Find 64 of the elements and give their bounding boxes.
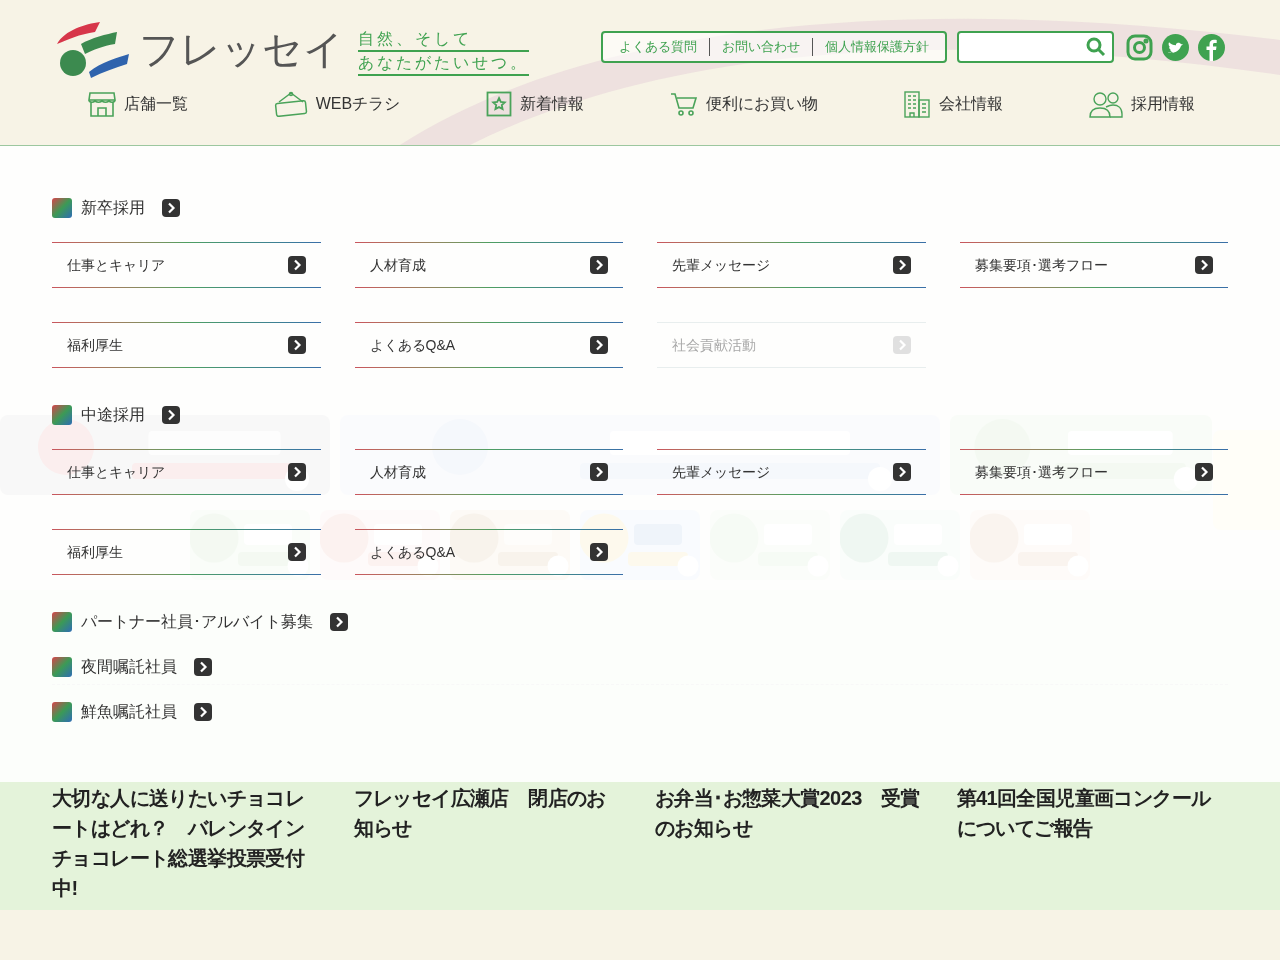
store-icon: [88, 91, 116, 117]
news-title[interactable]: フレッセイ広瀬店 閉店のお知らせ: [353, 783, 625, 903]
facebook-icon[interactable]: [1198, 33, 1225, 61]
menu-link-label: 仕事とキャリア: [67, 255, 165, 275]
menu-link-label: よくあるQ&A: [369, 542, 456, 562]
news-title[interactable]: お弁当･お惣菜大賞2023 受賞のお知らせ: [655, 783, 927, 903]
menu-link-label: 仕事とキャリア: [67, 462, 165, 482]
menu-link[interactable]: 先輩メッセージ: [657, 243, 926, 287]
cart-icon: [669, 92, 698, 116]
menu-link[interactable]: 仕事とキャリア: [52, 243, 321, 287]
nav-link[interactable]: 新着情報: [485, 91, 584, 117]
menu-link-label: 福利厚生: [67, 542, 123, 562]
menu-section-link[interactable]: 新卒採用: [81, 196, 145, 220]
logo-icon: [55, 20, 131, 78]
menu-link[interactable]: 福利厚生: [52, 323, 321, 367]
menu-link[interactable]: よくあるQ&A: [354, 530, 623, 574]
nav-link[interactable]: 店舗一覧: [88, 91, 188, 117]
gradient-square-icon: [52, 657, 72, 677]
menu-link-label: 人材育成: [369, 255, 426, 275]
menu-link[interactable]: 募集要項･選考フロー: [959, 243, 1228, 287]
menu-link-label: 社会貢献活動: [672, 335, 756, 355]
menu-link[interactable]: よくあるQ&A: [354, 323, 623, 367]
nav-label: 便利にお買い物: [705, 94, 818, 114]
gradient-square-icon: [52, 198, 72, 218]
menu-link-label: 募集要項･選考フロー: [974, 255, 1108, 275]
menu-link[interactable]: 人材育成: [354, 243, 623, 287]
search-icon[interactable]: [1086, 37, 1106, 57]
gradient-square-icon: [52, 405, 72, 425]
building-icon: [903, 90, 932, 118]
menu-link[interactable]: 先輩メッセージ: [657, 450, 926, 494]
nav-link[interactable]: WEBチラシ: [273, 91, 401, 117]
menu-section-link[interactable]: 夜間嘱託社員: [81, 655, 177, 679]
menu-section-link[interactable]: パートナー社員･アルバイト募集: [81, 610, 313, 634]
menu-link-label: よくあるQ&A: [369, 335, 456, 355]
menu-link[interactable]: 福利厚生: [52, 530, 321, 574]
tagline: 自然、そして: [358, 28, 529, 52]
news-title[interactable]: 大切な人に送りたいチョコレートはどれ？ バレンタインチョコレート総選挙投票受付中!: [52, 783, 324, 903]
nav-link[interactable]: 採用情報: [1088, 90, 1195, 118]
nav-link[interactable]: 便利にお買い物: [669, 92, 818, 116]
sale-sign-icon: [273, 91, 308, 117]
gradient-square-icon: [52, 612, 72, 632]
search-field[interactable]: [957, 31, 1114, 63]
menu-link-label: 福利厚生: [67, 335, 123, 355]
menu-link-label: 先輩メッセージ: [672, 255, 770, 275]
menu-section-link[interactable]: 鮮魚嘱託社員: [81, 700, 177, 724]
nav-label: 採用情報: [1130, 94, 1195, 114]
tagline: あなたがたいせつ。: [358, 52, 529, 76]
nav-label: 店舗一覧: [124, 94, 188, 114]
gradient-square-icon: [52, 702, 72, 722]
nav-link[interactable]: 会社情報: [903, 90, 1004, 118]
twitter-icon[interactable]: [1162, 33, 1189, 61]
logo-wordmark: フレッセイ: [139, 26, 344, 73]
menu-link-label: 先輩メッセージ: [672, 462, 770, 482]
instagram-icon[interactable]: [1126, 33, 1153, 61]
menu-link-label: 人材育成: [369, 462, 426, 482]
menu-link-label: 募集要項･選考フロー: [974, 462, 1108, 482]
menu-section-link[interactable]: 中途採用: [81, 403, 145, 427]
nav-label: WEBチラシ: [315, 94, 401, 114]
people-icon: [1088, 90, 1123, 118]
nav-label: 新着情報: [519, 94, 584, 114]
menu-link[interactable]: 募集要項･選考フロー: [959, 450, 1228, 494]
nav-label: 会社情報: [939, 94, 1004, 114]
menu-link[interactable]: 人材育成: [354, 450, 623, 494]
news-title[interactable]: 第41回全国児童画コンクールについてご報告: [956, 783, 1228, 903]
